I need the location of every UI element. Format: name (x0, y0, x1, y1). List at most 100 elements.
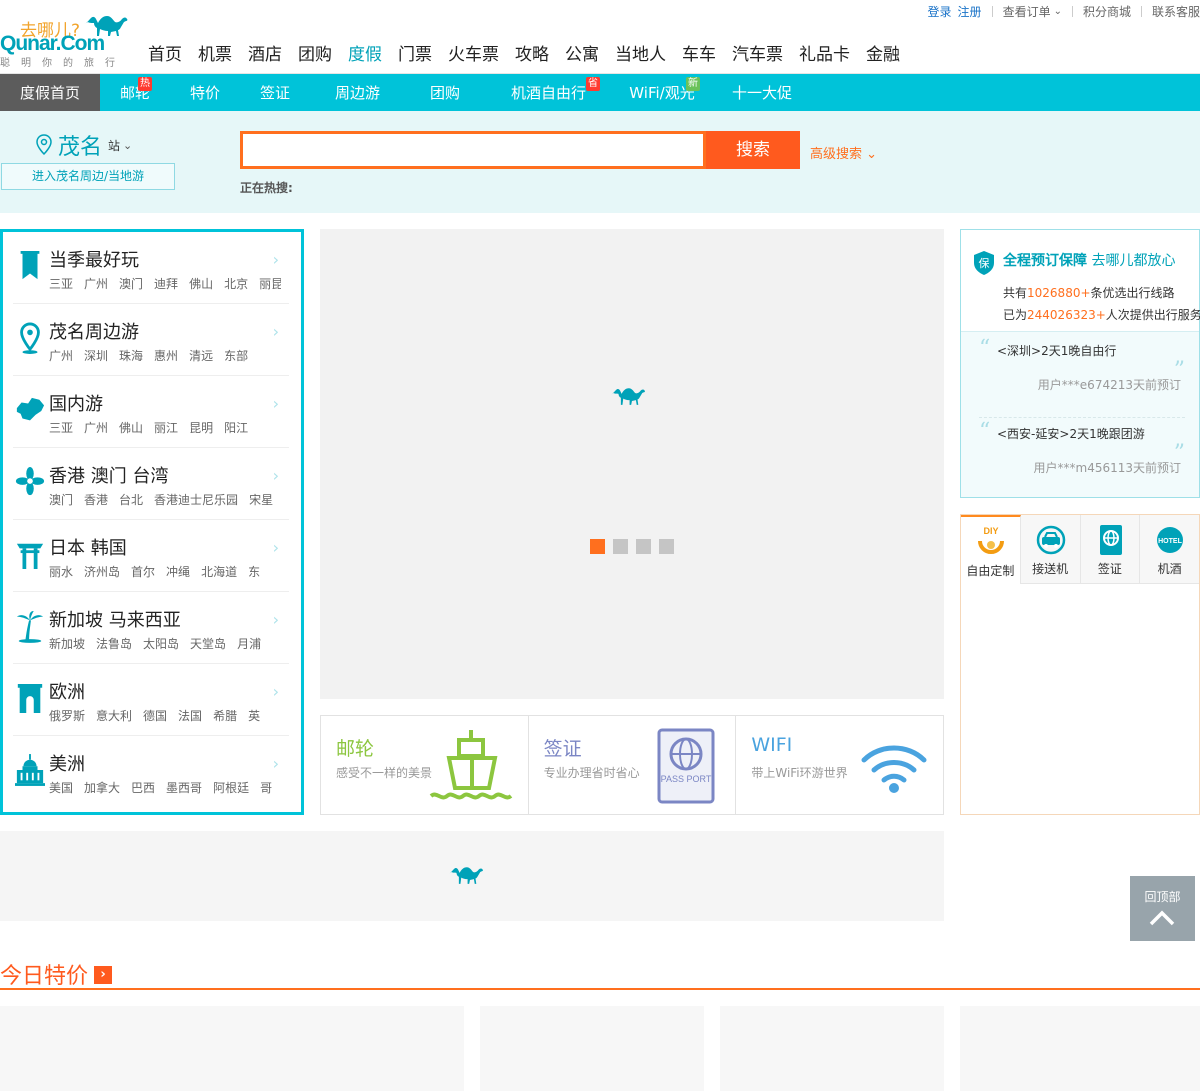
nav-item[interactable]: 团购 (290, 40, 340, 70)
nav-item[interactable]: 攻略 (507, 40, 557, 70)
advanced-search-link[interactable]: 高级搜索 ⌄ (810, 143, 877, 162)
nav-item[interactable]: 酒店 (240, 40, 290, 70)
destination-link[interactable]: 宋星 (249, 491, 273, 508)
destination-link[interactable]: 法国 (178, 707, 202, 724)
destination-link[interactable]: 三亚 (49, 419, 73, 436)
destination-link[interactable]: 丽水 (49, 563, 73, 580)
category-item[interactable]: 新加坡 马来西亚 › 新加坡 法鲁岛 太阳岛 天堂岛 月浦 (13, 592, 289, 664)
tab-visa[interactable]: 签证 (1080, 515, 1141, 584)
subnav-item[interactable]: 特价 (170, 74, 240, 111)
destination-link[interactable]: 台北 (119, 491, 143, 508)
carousel-dot[interactable] (613, 539, 628, 554)
destination-link[interactable]: 清远 (189, 347, 213, 364)
destination-link[interactable]: 广州 (49, 347, 73, 364)
destination-link[interactable]: 首尔 (131, 563, 155, 580)
search-input[interactable] (240, 131, 706, 169)
category-item[interactable]: 日本 韩国 › 丽水 济州岛 首尔 冲绳 北海道东 (13, 520, 289, 592)
destination-link[interactable]: 希腊 (213, 707, 237, 724)
destination-link[interactable]: 巴西 (131, 779, 155, 796)
banner-carousel[interactable] (320, 229, 944, 699)
carousel-dot[interactable] (659, 539, 674, 554)
subnav-item[interactable]: 团购 (405, 74, 485, 111)
tab-airport-transfer[interactable]: 接送机 (1020, 515, 1081, 584)
subnav-item[interactable]: WiFi/观光新 (612, 74, 712, 111)
review-item[interactable]: “ <深圳>2天1晚自由行 ” 用户***e674213天前预订 (979, 336, 1185, 418)
subnav-item[interactable]: 签证 (240, 74, 310, 111)
subnav-home[interactable]: 度假首页 (0, 74, 100, 111)
feature-visa[interactable]: 签证 专业办理省时省心 PASS PORT (529, 716, 737, 814)
destination-link[interactable]: 香港迪士尼乐园 (154, 491, 238, 508)
promo-strip[interactable] (0, 831, 944, 921)
search-button[interactable]: 搜索 (706, 131, 800, 169)
destination-link[interactable]: 佛山 (189, 275, 213, 292)
subnav-item[interactable]: 邮轮热 (100, 74, 170, 111)
category-item[interactable]: 国内游 › 三亚 广州 佛山 丽江 昆明 阳江 (13, 376, 289, 448)
destination-link[interactable]: 墨西哥 (166, 779, 202, 796)
category-item[interactable]: 欧洲 › 俄罗斯 意大利 德国 法国 希腊英 (13, 664, 289, 736)
nav-item[interactable]: 当地人 (607, 40, 674, 70)
deal-card[interactable] (720, 1006, 944, 1091)
destination-link[interactable]: 阿根廷 (213, 779, 249, 796)
nav-item[interactable]: 门票 (390, 40, 440, 70)
category-item[interactable]: 茂名周边游 › 广州 深圳 珠海 惠州 清远 东部 (13, 304, 289, 376)
destination-link[interactable]: 北京 (224, 275, 248, 292)
destination-link[interactable]: 香港 (84, 491, 108, 508)
destination-link[interactable]: 澳门 (119, 275, 143, 292)
review-item[interactable]: “ <西安-延安>2天1晚跟团游 ” 用户***m456113天前预订 (979, 419, 1185, 501)
nav-item[interactable]: 火车票 (440, 40, 507, 70)
nav-item[interactable]: 度假 (340, 40, 390, 70)
destination-link[interactable]: 珠海 (119, 347, 143, 364)
feature-wifi[interactable]: WIFI 带上WiFi环游世界 (736, 716, 943, 814)
destination-link[interactable]: 佛山 (119, 419, 143, 436)
destination-link[interactable]: 澳门 (49, 491, 73, 508)
destination-link[interactable]: 加拿大 (84, 779, 120, 796)
destination-link[interactable]: 冲绳 (166, 563, 190, 580)
category-item[interactable]: 香港 澳门 台湾 › 澳门 香港 台北 香港迪士尼乐园 宋星 (13, 448, 289, 520)
destination-link[interactable]: 法鲁岛 (96, 635, 132, 652)
qunar-logo[interactable]: 去哪儿? Qunar.Com 聪明你的旅行 (0, 12, 135, 69)
carousel-dot[interactable] (590, 539, 605, 554)
orders-link[interactable]: 查看订单 (1003, 3, 1051, 20)
destination-link[interactable]: 太阳岛 (143, 635, 179, 652)
destination-link[interactable]: 月浦 (237, 635, 261, 652)
carousel-dot[interactable] (636, 539, 651, 554)
chevron-right-icon[interactable]: › (94, 966, 112, 984)
destination-link[interactable]: 阳江 (224, 419, 248, 436)
contact-link[interactable]: 联系客服 (1152, 3, 1200, 20)
nav-item[interactable]: 汽车票 (724, 40, 791, 70)
destination-link[interactable]: 俄罗斯 (49, 707, 85, 724)
nearby-travel-link[interactable]: 进入茂名周边/当地游 (1, 163, 175, 190)
nav-item[interactable]: 公寓 (557, 40, 607, 70)
destination-link[interactable]: 英 (248, 707, 260, 724)
destination-link[interactable]: 天堂岛 (190, 635, 226, 652)
destination-link[interactable]: 东部 (224, 347, 248, 364)
deal-card[interactable] (0, 1006, 464, 1091)
register-link[interactable]: 注册 (958, 3, 982, 20)
destination-link[interactable]: 昆明 (189, 419, 213, 436)
destination-link[interactable]: 东 (248, 563, 260, 580)
subnav-item[interactable]: 周边游 (310, 74, 405, 111)
destination-link[interactable]: 广州 (84, 275, 108, 292)
destination-link[interactable]: 丽江 (154, 419, 178, 436)
subnav-item[interactable]: 十一大促 (712, 74, 812, 111)
destination-link[interactable]: 广州 (84, 419, 108, 436)
subnav-item[interactable]: 机酒自由行省 (485, 74, 612, 111)
tab-diy[interactable]: DIY 自由定制 (961, 515, 1021, 584)
destination-link[interactable]: 哥 (260, 779, 272, 796)
feature-cruise[interactable]: 邮轮 感受不一样的美景 (321, 716, 529, 814)
nav-item[interactable]: 首页 (140, 40, 190, 70)
destination-link[interactable]: 济州岛 (84, 563, 120, 580)
login-link[interactable]: 登录 (928, 3, 952, 20)
tab-flight-hotel[interactable]: HOTEL 机酒 (1140, 515, 1199, 584)
deal-card[interactable] (960, 1006, 1200, 1091)
destination-link[interactable]: 惠州 (154, 347, 178, 364)
destination-link[interactable]: 意大利 (96, 707, 132, 724)
destination-link[interactable]: 美国 (49, 779, 73, 796)
deal-card[interactable] (480, 1006, 704, 1091)
nav-item[interactable]: 机票 (190, 40, 240, 70)
destination-link[interactable]: 德国 (143, 707, 167, 724)
nav-item[interactable]: 车车 (674, 40, 724, 70)
destination-link[interactable]: 三亚 (49, 275, 73, 292)
category-item[interactable]: 当季最好玩 › 三亚 广州 澳门 迪拜 佛山 北京 丽昆 (13, 232, 289, 304)
nav-item[interactable]: 金融 (858, 40, 908, 70)
